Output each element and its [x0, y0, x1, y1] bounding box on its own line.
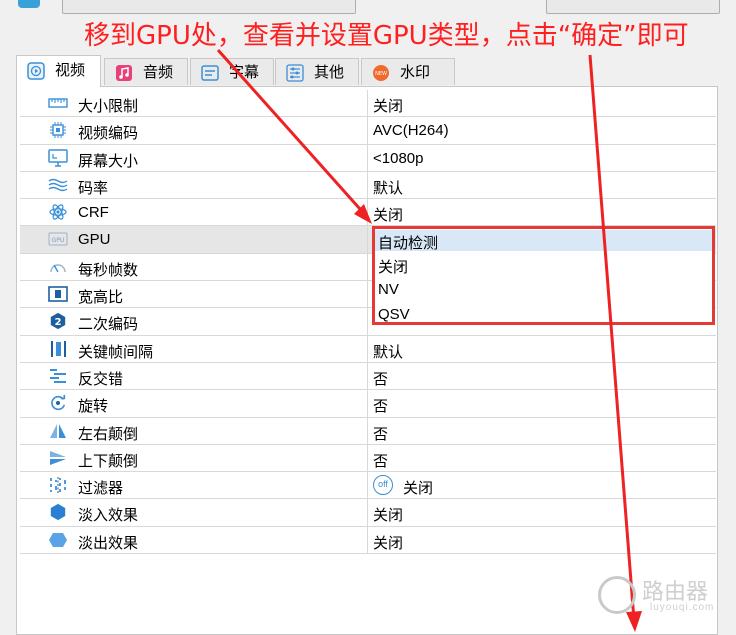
router-logo-icon	[598, 576, 636, 614]
site-watermark: 路由器 luyouqi.com	[598, 572, 726, 622]
annotation-arrows	[216, 49, 642, 632]
arrow-to-confirm	[588, 54, 636, 621]
arrow-to-gpu	[216, 49, 370, 219]
watermark-url: luyouqi.com	[650, 602, 715, 613]
